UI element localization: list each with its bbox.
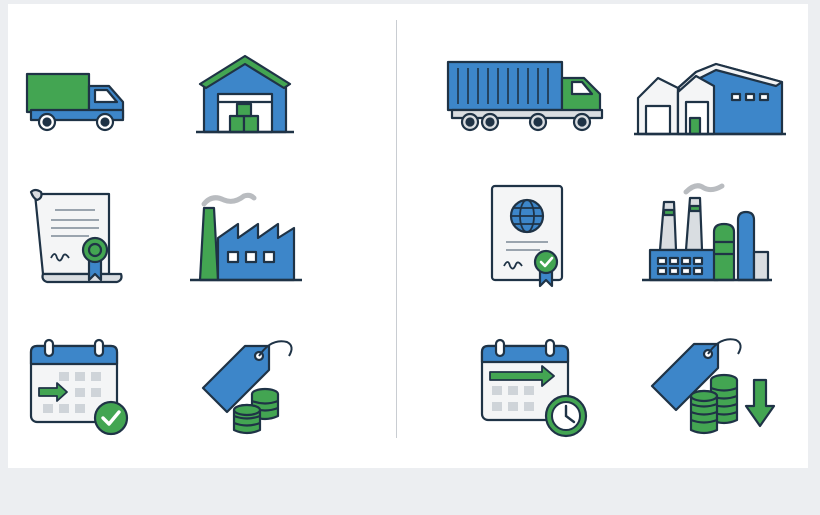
calendar-checkmark-icon [27,338,131,438]
passport-certificate-icon [488,182,574,292]
factory-icon [190,190,302,284]
large-warehouse-icon [634,62,786,136]
price-tag-coins-icon [199,336,299,436]
calendar-clock-icon [478,336,588,440]
container-truck-icon [446,58,606,136]
warehouse-icon [196,54,294,134]
certificate-scroll-icon [29,188,127,288]
icon-sheet [8,4,808,468]
box-truck-icon [25,70,129,134]
industrial-plant-icon [642,180,772,284]
price-tag-coins-down-arrow-icon [648,334,780,438]
section-divider [396,20,397,438]
